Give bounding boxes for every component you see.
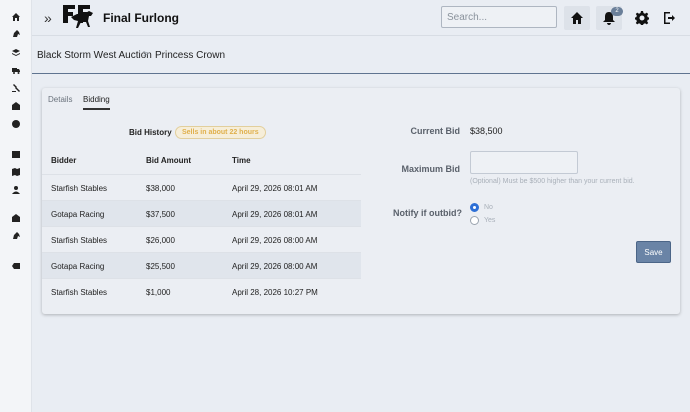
settings-button[interactable]	[629, 6, 655, 30]
table-row: Starfish Stables $26,000 April 29, 2026 …	[42, 226, 361, 252]
maximum-bid-label: Maximum Bid	[401, 164, 460, 174]
breadcrumb-separator: >	[143, 49, 149, 60]
maximum-bid-hint: (Optional) Must be $500 higher than your…	[470, 178, 635, 185]
bidder-cell: Gotapa Racing	[51, 210, 105, 219]
bid-amount-cell: $26,000	[146, 236, 175, 245]
home-button[interactable]	[564, 6, 590, 30]
horse-head-icon[interactable]	[10, 28, 22, 40]
bidder-cell: Starfish Stables	[51, 236, 108, 245]
notify-no-label: No	[484, 204, 493, 211]
double-chevron-right-icon[interactable]: »	[44, 9, 52, 27]
home-icon	[571, 12, 583, 24]
help-circle-icon[interactable]	[10, 118, 22, 130]
table-row: Starfish Stables $1,000 April 28, 2026 1…	[42, 278, 361, 304]
current-bid-label: Current Bid	[410, 126, 461, 136]
calendar-icon[interactable]	[10, 148, 22, 160]
logout-button[interactable]	[657, 6, 683, 30]
home-icon[interactable]	[10, 11, 22, 23]
barn-alt-icon[interactable]	[10, 212, 22, 224]
sidebar-rail	[0, 0, 32, 412]
truck-icon[interactable]	[10, 64, 22, 76]
notify-yes-label: Yes	[484, 217, 496, 224]
table-row: Gotapa Racing $37,500 April 29, 2026 08:…	[42, 200, 361, 226]
sells-in-badge: Sells in about 22 hours	[175, 126, 266, 139]
bid-history-label: Bid History	[129, 128, 172, 137]
notify-yes-radio[interactable]	[470, 216, 479, 225]
column-header-bidder: Bidder	[51, 156, 77, 165]
bidder-cell: Starfish Stables	[51, 184, 108, 193]
bidding-panel: Details Bidding Bid History Sells in abo…	[42, 88, 680, 314]
bidder-cell: Starfish Stables	[51, 288, 108, 297]
bid-amount-cell: $25,500	[146, 262, 175, 271]
current-bid-value: $38,500	[470, 126, 503, 136]
notifications-button[interactable]: 2	[596, 6, 623, 30]
bid-time-cell: April 28, 2026 10:27 PM	[232, 288, 318, 297]
bid-time-cell: April 29, 2026 08:00 AM	[232, 236, 318, 245]
bid-time-cell: April 29, 2026 08:00 AM	[232, 262, 318, 271]
notify-if-outbid-label: Notify if outbid?	[393, 208, 462, 218]
horse-alt-icon[interactable]	[10, 230, 22, 242]
maximum-bid-input[interactable]	[470, 151, 578, 174]
table-row: Starfish Stables $38,000 April 29, 2026 …	[42, 174, 361, 200]
gear-icon	[635, 11, 649, 25]
notify-no-radio[interactable]	[470, 203, 479, 212]
logout-icon	[664, 12, 675, 24]
bid-amount-cell: $38,000	[146, 184, 175, 193]
save-button[interactable]: Save	[636, 241, 671, 263]
column-header-time: Time	[232, 156, 251, 165]
bidder-cell: Gotapa Racing	[51, 262, 105, 271]
tab-details[interactable]: Details	[48, 95, 72, 108]
breadcrumb-auction-link[interactable]: Black Storm West Auction	[37, 50, 152, 61]
gavel-icon[interactable]	[10, 82, 22, 94]
app-title: Final Furlong	[103, 11, 179, 25]
stack-icon[interactable]	[10, 46, 22, 58]
map-icon[interactable]	[10, 166, 22, 178]
tab-bidding[interactable]: Bidding	[83, 95, 110, 110]
final-furlong-logo	[63, 5, 93, 28]
bid-amount-cell: $37,500	[146, 210, 175, 219]
breadcrumb-current-horse: Princess Crown	[155, 50, 226, 61]
top-bar: » Final Furlong 2	[32, 0, 690, 36]
barn-icon[interactable]	[10, 100, 22, 112]
bid-time-cell: April 29, 2026 08:01 AM	[232, 210, 318, 219]
notification-count-badge: 2	[611, 7, 623, 16]
search-input[interactable]	[441, 6, 557, 28]
breadcrumb: Black Storm West Auction > Princess Crow…	[32, 36, 690, 74]
bid-time-cell: April 29, 2026 08:01 AM	[232, 184, 318, 193]
backspace-icon[interactable]	[10, 260, 22, 272]
person-icon[interactable]	[10, 184, 22, 196]
column-header-bid-amount: Bid Amount	[146, 156, 192, 165]
table-row: Gotapa Racing $25,500 April 29, 2026 08:…	[42, 252, 361, 278]
bid-amount-cell: $1,000	[146, 288, 171, 297]
